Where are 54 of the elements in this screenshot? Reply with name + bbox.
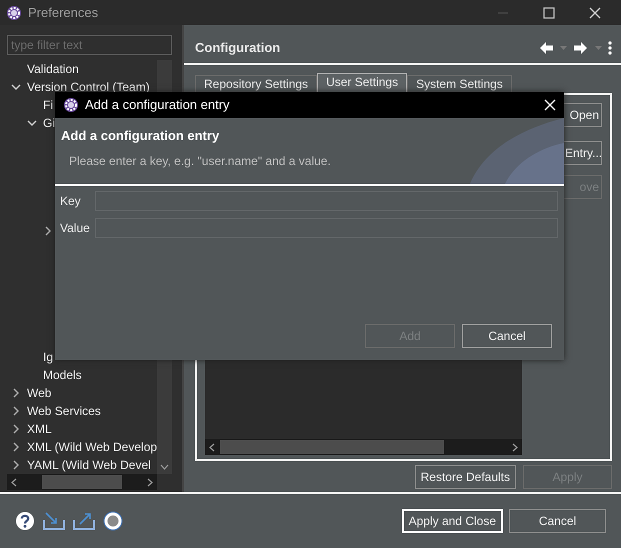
- scroll-right-icon[interactable]: [512, 442, 518, 452]
- maximize-icon[interactable]: [543, 6, 555, 18]
- dialog-heading: Add a configuration entry: [61, 127, 220, 145]
- restore-defaults-button[interactable]: Restore Defaults: [414, 465, 516, 489]
- cancel-button[interactable]: Cancel: [509, 509, 606, 533]
- chevron-icon[interactable]: [11, 460, 21, 470]
- chevron-icon[interactable]: [27, 118, 37, 128]
- chevron-icon[interactable]: [11, 406, 21, 416]
- tab[interactable]: User Settings: [317, 73, 408, 93]
- tree-item[interactable]: Models: [43, 366, 82, 384]
- import-icon[interactable]: [43, 512, 65, 530]
- chevron-icon[interactable]: [43, 226, 53, 236]
- cancel-button[interactable]: Cancel: [462, 324, 552, 348]
- chevron-icon[interactable]: [11, 388, 21, 398]
- scroll-down-icon[interactable]: [160, 464, 169, 470]
- app-icon: [63, 97, 79, 113]
- tree-item[interactable]: Gi: [43, 114, 55, 132]
- tree-item[interactable]: YAML (Wild Web Devel: [27, 456, 151, 474]
- scrollbar[interactable]: [205, 439, 522, 455]
- back-arrow-icon[interactable]: [538, 40, 554, 54]
- scroll-left-icon[interactable]: [11, 478, 17, 486]
- scroll-right-icon[interactable]: [147, 478, 153, 486]
- field-label: Value: [60, 220, 91, 237]
- tab[interactable]: System Settings: [407, 75, 512, 93]
- side-button[interactable]: Open: [562, 103, 602, 127]
- tree-item[interactable]: Ig: [43, 348, 54, 366]
- filter-field[interactable]: type filter text: [7, 35, 172, 55]
- record-icon[interactable]: [103, 511, 123, 531]
- field-label: Key: [60, 193, 82, 210]
- tab[interactable]: Repository Settings: [195, 75, 318, 93]
- window-title: Preferences: [28, 4, 98, 22]
- scroll-left-icon[interactable]: [209, 442, 215, 452]
- apply-and-close-button[interactable]: Apply and Close: [402, 509, 503, 533]
- tree-item[interactable]: XML: [27, 420, 52, 438]
- more-icon[interactable]: [608, 40, 612, 54]
- forward-arrow-icon[interactable]: [573, 40, 589, 54]
- dialog-title: Add a configuration entry: [85, 96, 230, 114]
- chevron-icon[interactable]: [11, 442, 21, 452]
- tree-item[interactable]: Web Services: [27, 402, 101, 420]
- scrollbar[interactable]: [7, 474, 157, 490]
- tree-item[interactable]: Web: [27, 384, 52, 402]
- chevron-icon[interactable]: [11, 82, 21, 92]
- help-icon[interactable]: [15, 511, 35, 531]
- dialog-message: Please enter a key, e.g. "user.name" and a value.: [69, 152, 332, 170]
- chevron-icon[interactable]: [11, 424, 21, 434]
- export-icon[interactable]: [73, 512, 95, 530]
- tree-item[interactable]: Version Control (Team): [27, 78, 150, 96]
- tree-item[interactable]: Validation: [27, 60, 79, 78]
- side-button[interactable]: Entry...: [562, 141, 602, 165]
- page-title: Configuration: [195, 38, 280, 57]
- close-icon[interactable]: [589, 6, 601, 18]
- tree-item[interactable]: XML (Wild Web Develop: [27, 438, 157, 456]
- app-icon: [6, 4, 22, 20]
- tree-item[interactable]: Fi: [43, 96, 53, 114]
